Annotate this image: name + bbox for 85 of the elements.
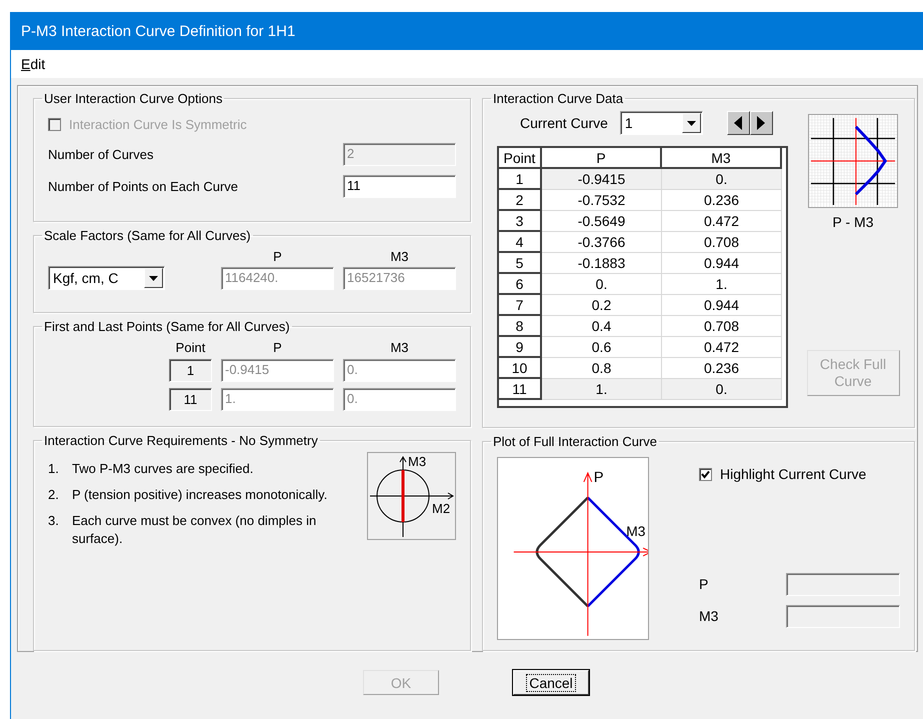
table-cell: -0.1883	[542, 253, 662, 274]
dialog-button[interactable]: Cancel	[513, 670, 589, 695]
table-cell: -0.7532	[542, 190, 662, 211]
table-cell: 0.236	[662, 358, 782, 379]
requirement-text: Each curve must be convex (no dimples in surface).	[72, 512, 318, 548]
column-header: Point	[499, 148, 542, 169]
row-header: 11	[499, 379, 542, 400]
column-header: P	[273, 248, 282, 264]
table-cell: 0.944	[662, 253, 782, 274]
point-number: 1	[169, 359, 212, 382]
group-title: Plot of Full Interaction Curve	[492, 434, 658, 450]
previous-button[interactable]	[726, 111, 750, 135]
check-icon	[701, 470, 710, 479]
group-title: User Interaction Curve Options	[43, 91, 224, 106]
table-cell: 1.	[662, 274, 782, 295]
table-cell: -0.3766	[542, 232, 662, 253]
row-header: 10	[499, 358, 542, 379]
requirement-text: P (tension positive) increases monotonically.	[72, 486, 328, 504]
group-title: Scale Factors (Same for All Curves)	[43, 228, 252, 243]
table-cell: -0.5649	[542, 211, 662, 232]
interaction-curve-plot: P M3	[497, 457, 649, 640]
row-header: 3	[499, 211, 542, 232]
table-cell: 0.	[662, 379, 782, 400]
table-cell: 0.236	[662, 190, 782, 211]
table-cell: 0.4	[542, 316, 662, 337]
row-header: 7	[499, 295, 542, 316]
input-field[interactable]: 1.	[221, 388, 334, 411]
units-dropdown[interactable]: Kgf, cm, C	[48, 266, 165, 290]
input-field[interactable]: 1164240.	[221, 266, 334, 290]
table-cell: 0.708	[662, 316, 782, 337]
list-number: 2.	[48, 486, 60, 504]
field-label: P	[699, 576, 708, 592]
caret-icon	[149, 276, 158, 280]
row-header: 6	[499, 274, 542, 295]
requirement-text: Two P-M3 curves are specified.	[72, 460, 254, 478]
row-header: 2	[499, 190, 542, 211]
input-field[interactable]: 0.	[343, 388, 456, 411]
chart-caption: P - M3	[832, 214, 874, 230]
menu-item[interactable]: Edit	[19, 56, 48, 72]
column-header: M3	[662, 148, 782, 169]
field-label: Number of Points on Each Curve	[48, 178, 238, 194]
table-cell: 0.472	[662, 337, 782, 358]
column-header: P	[542, 148, 662, 169]
checkbox-label: Interaction Curve Is Symmetric	[69, 116, 247, 132]
caret-icon	[686, 120, 696, 126]
group-title: First and Last Points (Same for All Curves)	[43, 319, 291, 334]
table-cell: 0.472	[662, 211, 782, 232]
row-header: 8	[499, 316, 542, 337]
field-label: Number of Curves	[48, 146, 154, 162]
table-cell: 0.2	[542, 295, 662, 316]
table-cell: 0.	[662, 169, 782, 190]
curve-dropdown[interactable]: 1	[620, 111, 703, 135]
column-header: P	[273, 340, 282, 354]
field-label: Current Curve	[520, 115, 608, 131]
next-button[interactable]	[750, 111, 773, 135]
table-cell: 0.944	[662, 295, 782, 316]
checkbox-label: Highlight Current Curve	[720, 466, 866, 482]
input-field[interactable]: -0.9415	[221, 359, 334, 382]
group-title: Interaction Curve Requirements - No Symmetry	[43, 433, 319, 448]
column-header: M3	[390, 340, 409, 354]
table-cell: -0.9415	[542, 169, 662, 190]
group-title: Interaction Curve Data	[492, 91, 624, 106]
field-label: M3	[699, 608, 718, 624]
row-header: 9	[499, 337, 542, 358]
input-field[interactable]: 16521736	[343, 266, 456, 290]
right-arrow-icon	[757, 116, 766, 130]
window-title: P-M3 Interaction Curve Definition for 1H1	[11, 12, 923, 50]
table-cell: 1.	[542, 379, 662, 400]
column-header: M3	[390, 248, 409, 264]
checkbox[interactable]	[699, 468, 712, 481]
point-number: 11	[169, 388, 212, 411]
column-header: Point	[176, 340, 206, 354]
axes-diagram: M3 M2	[367, 452, 456, 540]
input-field[interactable]: 11	[343, 174, 456, 198]
input-field[interactable]: 0.	[343, 359, 456, 382]
list-number: 3.	[48, 512, 60, 530]
table-cell: 0.8	[542, 358, 662, 379]
list-number: 1.	[48, 460, 60, 478]
table-cell: 0.6	[542, 337, 662, 358]
row-header: 5	[499, 253, 542, 274]
row-header: 4	[499, 232, 542, 253]
left-arrow-icon	[734, 116, 742, 130]
row-header: 1	[499, 169, 542, 190]
table-cell: 0.708	[662, 232, 782, 253]
table-cell: 0.	[542, 274, 662, 295]
